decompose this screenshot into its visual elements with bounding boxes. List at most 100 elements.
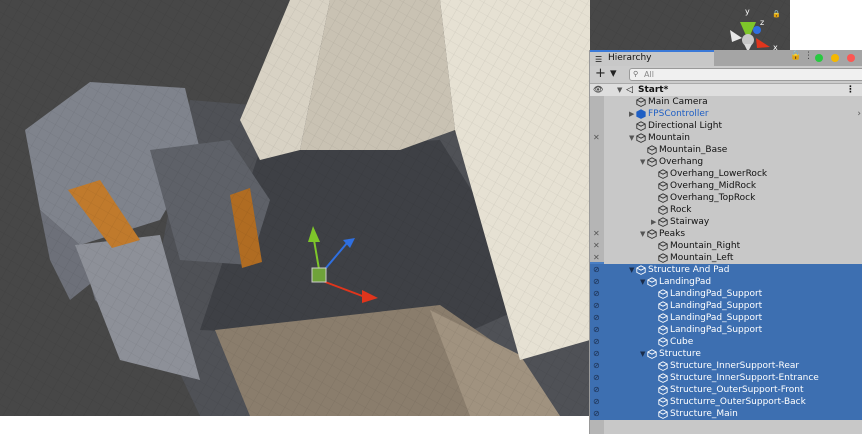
hidden-eye-icon[interactable]: ⊘ bbox=[593, 336, 600, 348]
expand-arrow-icon[interactable]: ▶ bbox=[651, 216, 656, 228]
gameobject-cube-icon bbox=[658, 361, 668, 371]
item-label: LandingPad_Support bbox=[670, 301, 763, 311]
hierarchy-item[interactable]: ▶ FPSController › bbox=[590, 108, 862, 120]
eye-icon[interactable]: 👁 bbox=[593, 84, 603, 96]
hierarchy-item[interactable]: ⊘ Structure_InnerSupport-Rear bbox=[590, 360, 862, 372]
gameobject-cube-icon bbox=[647, 277, 657, 287]
gameobject-cube-icon bbox=[658, 169, 668, 179]
hierarchy-item[interactable]: Rock bbox=[590, 204, 862, 216]
collapse-arrow-icon[interactable]: ▼ bbox=[629, 132, 634, 144]
add-object-button[interactable]: + ▾ bbox=[595, 66, 617, 82]
hierarchy-item[interactable]: Overhang_TopRock bbox=[590, 192, 862, 204]
item-label: Structurre_OuterSupport-Back bbox=[670, 397, 806, 407]
search-icon: ⚲ bbox=[633, 70, 639, 78]
hierarchy-item[interactable]: Main Camera bbox=[590, 96, 862, 108]
hierarchy-item[interactable]: Overhang_LowerRock bbox=[590, 168, 862, 180]
hidden-eye-icon[interactable]: ⊘ bbox=[593, 408, 600, 420]
hierarchy-item[interactable]: ⊘ ▼ Structure And Pad bbox=[590, 264, 862, 276]
hierarchy-item[interactable]: Overhang_MidRock bbox=[590, 180, 862, 192]
kebab-menu-icon[interactable]: ⋮ bbox=[804, 51, 813, 61]
expand-arrow-icon[interactable]: ▶ bbox=[629, 108, 634, 120]
hidden-eye-icon[interactable]: ⊘ bbox=[593, 384, 600, 396]
hierarchy-toolbar: + ▾ ⚲ All bbox=[590, 66, 862, 84]
scene-name: Start* bbox=[638, 85, 669, 95]
hierarchy-item[interactable]: ⊘ Structurre_OuterSupport-Back bbox=[590, 396, 862, 408]
hierarchy-item[interactable]: ⊘ Structure_InnerSupport-Entrance bbox=[590, 372, 862, 384]
hidden-eye-icon[interactable]: ⊘ bbox=[593, 324, 600, 336]
gameobject-cube-icon bbox=[658, 385, 668, 395]
picking-disabled-icon[interactable]: ✕ bbox=[593, 132, 600, 144]
lock-icon[interactable]: 🔒 bbox=[790, 51, 801, 61]
hierarchy-item[interactable]: ⊘ ▼ LandingPad bbox=[590, 276, 862, 288]
item-label: Peaks bbox=[659, 229, 686, 239]
item-label: Mountain_Right bbox=[670, 241, 741, 251]
close-button[interactable] bbox=[847, 54, 855, 62]
item-label: Overhang_TopRock bbox=[670, 193, 756, 203]
gameobject-cube-icon bbox=[658, 397, 668, 407]
prefab-cube-icon bbox=[636, 109, 646, 119]
tab-hierarchy[interactable]: ☰ Hierarchy bbox=[590, 50, 714, 66]
hidden-eye-icon[interactable]: ⊘ bbox=[593, 300, 600, 312]
hierarchy-item[interactable]: ⊘ ▼ Structure bbox=[590, 348, 862, 360]
item-label: LandingPad_Support bbox=[670, 313, 763, 323]
item-label: Structure_InnerSupport-Rear bbox=[670, 361, 800, 371]
search-input[interactable]: ⚲ All bbox=[629, 68, 862, 81]
item-label: Structure_InnerSupport-Entrance bbox=[670, 373, 819, 383]
hierarchy-item[interactable]: ⊘ LandingPad_Support bbox=[590, 312, 862, 324]
list-icon: ☰ bbox=[595, 55, 603, 64]
collapse-arrow-icon[interactable]: ▼ bbox=[640, 228, 645, 240]
hierarchy-tabbar: ☰ Hierarchy 🔒 ⋮ bbox=[590, 50, 862, 66]
hidden-eye-icon[interactable]: ⊘ bbox=[593, 288, 600, 300]
item-label: Mountain_Left bbox=[670, 253, 734, 263]
hierarchy-item[interactable]: ✕ Mountain_Right bbox=[590, 240, 862, 252]
chevron-right-icon[interactable]: › bbox=[857, 108, 861, 120]
scene-menu-icon[interactable]: ⋮ bbox=[846, 84, 855, 96]
hidden-eye-icon[interactable]: ⊘ bbox=[593, 264, 600, 276]
collapse-arrow-icon[interactable]: ▼ bbox=[640, 156, 645, 168]
hidden-eye-icon[interactable]: ⊘ bbox=[593, 360, 600, 372]
hierarchy-item[interactable]: Directional Light bbox=[590, 120, 862, 132]
item-label: Mountain bbox=[648, 133, 690, 143]
gameobject-cube-icon bbox=[658, 289, 668, 299]
item-label: FPSController bbox=[648, 109, 709, 119]
hierarchy-item[interactable]: ⊘ Structure_Main bbox=[590, 408, 862, 420]
hidden-eye-icon[interactable]: ⊘ bbox=[593, 276, 600, 288]
gameobject-cube-icon bbox=[658, 301, 668, 311]
item-label: Main Camera bbox=[648, 97, 708, 107]
picking-disabled-icon[interactable]: ✕ bbox=[593, 252, 600, 264]
hidden-eye-icon[interactable]: ⊘ bbox=[593, 372, 600, 384]
hierarchy-item[interactable]: ⊘ LandingPad_Support bbox=[590, 288, 862, 300]
hierarchy-item[interactable]: ✕ Mountain_Left bbox=[590, 252, 862, 264]
gameobject-cube-icon bbox=[658, 217, 668, 227]
collapse-arrow-icon[interactable]: ▼ bbox=[629, 264, 634, 276]
hidden-eye-icon[interactable]: ⊘ bbox=[593, 312, 600, 324]
hierarchy-item[interactable]: ▼ Overhang bbox=[590, 156, 862, 168]
expand-arrow-icon[interactable]: ▼ bbox=[617, 84, 622, 96]
hierarchy-item[interactable]: ⊘ Structure_OuterSupport-Front bbox=[590, 384, 862, 396]
hidden-eye-icon[interactable]: ⊘ bbox=[593, 396, 600, 408]
scene-row[interactable]: 👁 ▼ ◁ Start* ⋮ bbox=[590, 84, 862, 96]
maximize-button[interactable] bbox=[815, 54, 823, 62]
lock-icon[interactable]: 🔒 bbox=[772, 10, 781, 18]
hierarchy-item[interactable]: Mountain_Base bbox=[590, 144, 862, 156]
picking-disabled-icon[interactable]: ✕ bbox=[593, 228, 600, 240]
minimize-button[interactable] bbox=[831, 54, 839, 62]
hierarchy-item[interactable]: ✕ ▼ Peaks bbox=[590, 228, 862, 240]
gameobject-cube-icon bbox=[636, 265, 646, 275]
item-label: Overhang_LowerRock bbox=[670, 169, 768, 179]
center-handle[interactable] bbox=[311, 267, 327, 283]
item-label: Rock bbox=[670, 205, 692, 215]
gameobject-cube-icon bbox=[636, 97, 646, 107]
collapse-arrow-icon[interactable]: ▼ bbox=[640, 276, 645, 288]
item-label: Mountain_Base bbox=[659, 145, 728, 155]
hierarchy-item[interactable]: ⊘ LandingPad_Support bbox=[590, 300, 862, 312]
gameobject-cube-icon bbox=[658, 313, 668, 323]
picking-disabled-icon[interactable]: ✕ bbox=[593, 240, 600, 252]
gameobject-cube-icon bbox=[658, 205, 668, 215]
hierarchy-item[interactable]: ▶ Stairway bbox=[590, 216, 862, 228]
hierarchy-item[interactable]: ✕ ▼ Mountain bbox=[590, 132, 862, 144]
hierarchy-item[interactable]: ⊘ LandingPad_Support bbox=[590, 324, 862, 336]
hidden-eye-icon[interactable]: ⊘ bbox=[593, 348, 600, 360]
hierarchy-item[interactable]: ⊘ Cube bbox=[590, 336, 862, 348]
collapse-arrow-icon[interactable]: ▼ bbox=[640, 348, 645, 360]
